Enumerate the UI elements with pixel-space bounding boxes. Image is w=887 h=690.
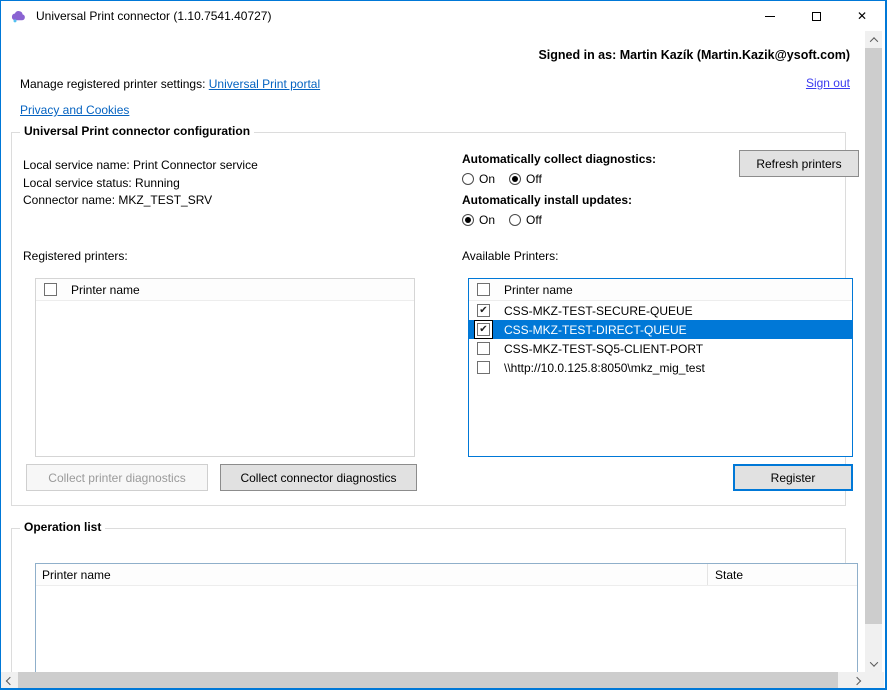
chevron-up-icon bbox=[869, 37, 877, 45]
auto-install-updates-group: On Off bbox=[462, 213, 542, 227]
available-list-header: Printer name bbox=[469, 279, 852, 301]
radio-label: On bbox=[479, 172, 495, 186]
chevron-down-icon bbox=[869, 658, 877, 666]
maximize-icon bbox=[812, 12, 821, 21]
connector-configuration-groupbox: Universal Print connector configuration … bbox=[11, 132, 846, 506]
connector-name: Connector name: MKZ_TEST_SRV bbox=[23, 192, 258, 210]
local-service-status: Local service status: Running bbox=[23, 175, 258, 193]
collect-connector-diagnostics-button[interactable]: Collect connector diagnostics bbox=[220, 464, 417, 491]
privacy-and-cookies-link[interactable]: Privacy and Cookies bbox=[20, 103, 129, 117]
scroll-up-button[interactable] bbox=[865, 31, 882, 48]
local-service-name: Local service name: Print Connector serv… bbox=[23, 157, 258, 175]
radio-icon bbox=[462, 214, 474, 226]
caption-buttons: ✕ bbox=[747, 1, 885, 31]
scrollbar-corner bbox=[865, 672, 884, 689]
operation-list-header: Printer name State bbox=[36, 564, 857, 586]
printer-name-column-header: Printer name bbox=[36, 564, 708, 585]
chevron-right-icon bbox=[852, 676, 860, 684]
diagnostics-on-radio[interactable]: On bbox=[462, 172, 495, 186]
vertical-scrollbar[interactable] bbox=[865, 31, 882, 672]
universal-print-cloud-icon bbox=[10, 8, 26, 24]
available-printers-body: ✔ CSS-MKZ-TEST-SECURE-QUEUE ✔ CSS-MKZ-TEST-… bbox=[469, 301, 852, 377]
updates-off-radio[interactable]: Off bbox=[509, 213, 542, 227]
printer-name-column-header: Printer name bbox=[71, 283, 140, 297]
window-title: Universal Print connector (1.10.7541.407… bbox=[36, 9, 271, 23]
unchecked-checkbox[interactable] bbox=[477, 361, 490, 374]
checkbox-wrapper bbox=[475, 359, 492, 376]
maximize-button[interactable] bbox=[793, 1, 839, 31]
printer-name: CSS-MKZ-TEST-SECURE-QUEUE bbox=[504, 304, 693, 318]
operation-list-group-title: Operation list bbox=[20, 520, 105, 534]
scroll-left-button[interactable] bbox=[1, 672, 18, 689]
checked-checkbox[interactable]: ✔ bbox=[477, 323, 490, 336]
radio-label: Off bbox=[526, 172, 542, 186]
universal-print-portal-link[interactable]: Universal Print portal bbox=[209, 77, 320, 91]
auto-collect-diagnostics-group: On Off bbox=[462, 172, 542, 186]
refresh-printers-button[interactable]: Refresh printers bbox=[739, 150, 859, 177]
available-printers-list[interactable]: Printer name ✔CSS-MKZ-TEST-SECURE-QUEUE✔… bbox=[468, 278, 853, 457]
state-column-header: State bbox=[708, 564, 857, 585]
operation-list[interactable]: Printer name State bbox=[35, 563, 858, 674]
register-button[interactable]: Register bbox=[733, 464, 853, 491]
printer-name: CSS-MKZ-TEST-SQ5-CLIENT-PORT bbox=[504, 342, 703, 356]
checkbox-wrapper: ✔ bbox=[475, 302, 492, 319]
close-button[interactable]: ✕ bbox=[839, 1, 885, 31]
printer-row[interactable]: ✔ CSS-MKZ-TEST-SECURE-QUEUE bbox=[469, 301, 852, 320]
manage-settings-prefix: Manage registered printer settings: bbox=[20, 77, 209, 91]
printer-name: \\http://10.0.125.8:8050\mkz_mig_test bbox=[504, 361, 705, 375]
updates-on-radio[interactable]: On bbox=[462, 213, 495, 227]
unchecked-checkbox[interactable] bbox=[477, 342, 490, 355]
title-bar: Universal Print connector (1.10.7541.407… bbox=[1, 1, 885, 31]
radio-label: Off bbox=[526, 213, 542, 227]
available-printers-label: Available Printers: bbox=[462, 249, 559, 263]
minimize-button[interactable] bbox=[747, 1, 793, 31]
checkbox-wrapper: ✔ bbox=[475, 321, 492, 338]
printer-row[interactable]: CSS-MKZ-TEST-SQ5-CLIENT-PORT bbox=[469, 339, 852, 358]
radio-icon bbox=[462, 173, 474, 185]
registered-list-header: Printer name bbox=[36, 279, 414, 301]
registered-printers-label: Registered printers: bbox=[23, 249, 128, 263]
service-info: Local service name: Print Connector serv… bbox=[23, 157, 258, 210]
signed-in-label: Signed in as: Martin Kazík (Martin.Kazik… bbox=[538, 48, 850, 62]
printer-row[interactable]: \\http://10.0.125.8:8050\mkz_mig_test bbox=[469, 358, 852, 377]
registered-printers-list[interactable]: Printer name bbox=[35, 278, 415, 457]
checked-checkbox[interactable]: ✔ bbox=[477, 304, 490, 317]
auto-collect-diagnostics-label: Automatically collect diagnostics: bbox=[462, 152, 656, 166]
select-all-checkbox[interactable] bbox=[477, 283, 490, 296]
auto-install-updates-label: Automatically install updates: bbox=[462, 193, 632, 207]
operation-list-groupbox: Operation list Printer name State bbox=[11, 528, 846, 689]
printer-name-column-header: Printer name bbox=[504, 283, 573, 297]
scroll-right-button[interactable] bbox=[848, 672, 865, 689]
close-icon: ✕ bbox=[857, 10, 867, 22]
vertical-scrollbar-thumb[interactable] bbox=[865, 48, 882, 624]
chevron-left-icon bbox=[5, 676, 13, 684]
radio-label: On bbox=[479, 213, 495, 227]
printer-name: CSS-MKZ-TEST-DIRECT-QUEUE bbox=[504, 323, 687, 337]
app-window: Universal Print connector (1.10.7541.407… bbox=[0, 0, 887, 690]
manage-settings-line: Manage registered printer settings: Univ… bbox=[20, 77, 320, 91]
radio-icon bbox=[509, 173, 521, 185]
select-all-checkbox[interactable] bbox=[44, 283, 57, 296]
collect-printer-diagnostics-button[interactable]: Collect printer diagnostics bbox=[26, 464, 208, 491]
scroll-down-button[interactable] bbox=[865, 655, 882, 672]
diagnostics-off-radio[interactable]: Off bbox=[509, 172, 542, 186]
configuration-group-title: Universal Print connector configuration bbox=[20, 124, 254, 138]
checkbox-wrapper bbox=[475, 340, 492, 357]
printer-row[interactable]: ✔ CSS-MKZ-TEST-DIRECT-QUEUE bbox=[469, 320, 852, 339]
horizontal-scrollbar[interactable] bbox=[1, 672, 865, 689]
sign-out-link[interactable]: Sign out bbox=[806, 76, 850, 90]
radio-icon bbox=[509, 214, 521, 226]
minimize-icon bbox=[765, 16, 775, 17]
horizontal-scrollbar-thumb[interactable] bbox=[18, 672, 838, 689]
